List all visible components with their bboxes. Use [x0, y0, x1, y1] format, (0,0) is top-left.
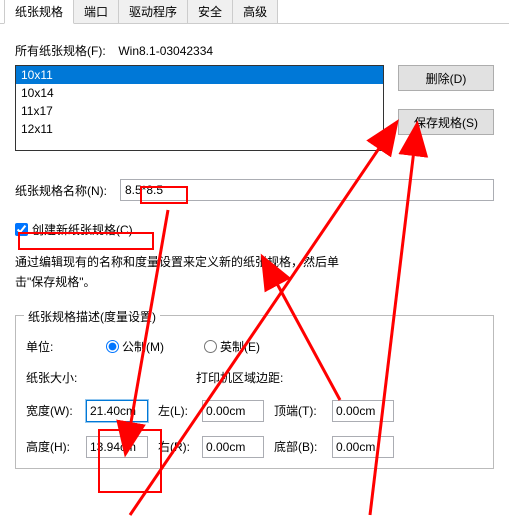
fieldset-legend: 纸张规格描述(度量设置): [24, 308, 160, 325]
height-label: 高度(H):: [26, 438, 86, 455]
create-new-checkbox[interactable]: [15, 223, 28, 236]
top-label: 顶端(T):: [274, 402, 332, 419]
unit-english-radio[interactable]: [204, 340, 217, 353]
list-item[interactable]: 11x17: [16, 102, 383, 120]
unit-label: 单位:: [26, 338, 106, 355]
printer-margin-header: 打印机区域边距:: [196, 369, 283, 386]
height-input[interactable]: [86, 436, 148, 458]
tab-security[interactable]: 安全: [187, 0, 233, 23]
top-input[interactable]: [332, 400, 394, 422]
all-specs-label: 所有纸张规格(F):: [15, 42, 115, 59]
bottom-label: 底部(B):: [274, 438, 332, 455]
left-input[interactable]: [202, 400, 264, 422]
title-value: Win8.1-03042334: [118, 44, 213, 58]
tab-port[interactable]: 端口: [73, 0, 119, 23]
left-label: 左(L):: [158, 402, 202, 419]
create-new-label: 创建新纸张规格(C): [32, 221, 133, 238]
width-input[interactable]: [86, 400, 148, 422]
list-item[interactable]: 10x14: [16, 84, 383, 102]
unit-metric-label: 公制(M): [122, 338, 164, 355]
width-label: 宽度(W):: [26, 402, 86, 419]
help-text: 通过编辑现有的名称和度量设置来定义新的纸张规格，然后单击"保存规格"。: [15, 252, 355, 293]
tab-advanced[interactable]: 高级: [232, 0, 278, 23]
bottom-input[interactable]: [332, 436, 394, 458]
spec-name-label: 纸张规格名称(N):: [15, 182, 120, 199]
right-input[interactable]: [202, 436, 264, 458]
save-spec-button[interactable]: 保存规格(S): [398, 109, 494, 135]
paper-size-header: 纸张大小:: [26, 369, 196, 386]
spec-name-input[interactable]: [120, 179, 494, 201]
unit-english-label: 英制(E): [220, 338, 260, 355]
tab-bar: 纸张规格 端口 驱动程序 安全 高级: [0, 0, 509, 24]
tab-driver[interactable]: 驱动程序: [118, 0, 188, 23]
spec-desc-fieldset: 纸张规格描述(度量设置) 单位: 公制(M) 英制(E) 纸张大小: 打印机区域…: [15, 315, 494, 469]
unit-metric-radio[interactable]: [106, 340, 119, 353]
list-item[interactable]: 10x11: [16, 66, 383, 84]
right-label: 右(R):: [158, 438, 202, 455]
tab-paper-spec[interactable]: 纸张规格: [4, 0, 74, 24]
list-item[interactable]: 12x11: [16, 120, 383, 138]
delete-button[interactable]: 删除(D): [398, 65, 494, 91]
paper-spec-list[interactable]: 10x11 10x14 11x17 12x11: [15, 65, 384, 151]
